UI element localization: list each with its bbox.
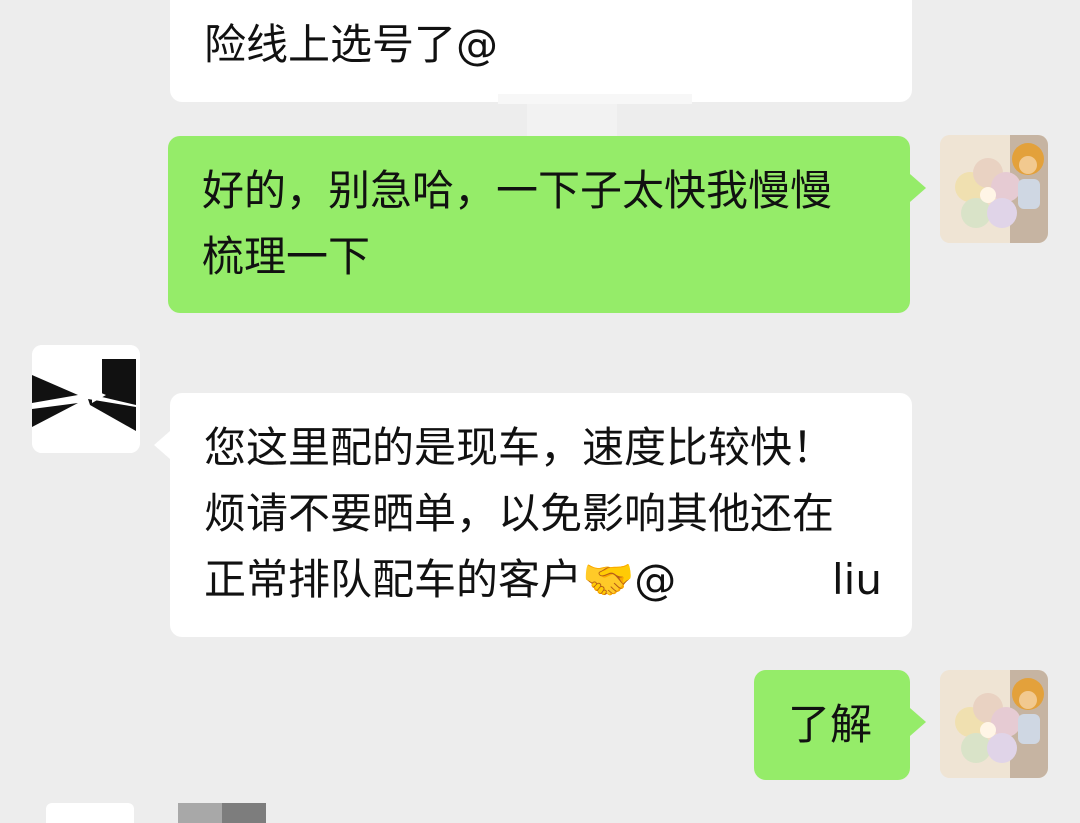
message-text-line-1: 好的，别急哈，一下子太快我慢慢 [202,166,833,215]
user-avatar[interactable] [940,135,1048,243]
message-text: 了解 [788,700,873,749]
redaction-patch [718,560,822,618]
message-text-line-1: 您这里配的是现车，速度比较快！ [204,423,835,472]
outgoing-message-2[interactable]: 好的，别急哈，一下子太快我慢慢 梳理一下 [168,136,926,313]
incoming-message-1[interactable]: 险线上选号了@ [170,0,912,102]
flower-toy-avatar-icon [940,670,1048,778]
brand-avatar[interactable] [32,345,140,453]
partial-avatar[interactable] [46,803,134,823]
redaction-patch [527,104,617,136]
message-text-segment: 正常排队配车的客户🤝@ [204,555,677,604]
outgoing-message-4[interactable]: 了解 [754,670,926,780]
partial-image-thumbnail[interactable] [178,803,266,823]
redaction-patch [498,94,692,104]
message-text-mention-tail: liu [832,555,882,604]
flower-toy-avatar-icon [940,135,1048,243]
user-avatar[interactable] [940,670,1048,778]
message-text-line-2: 烦请不要晒单，以免影响其他还在 [204,489,835,538]
message-text-line-2: 梳理一下 [202,232,371,281]
message-text: 险线上选号了@ [204,20,499,69]
x-logo-icon [32,345,140,453]
